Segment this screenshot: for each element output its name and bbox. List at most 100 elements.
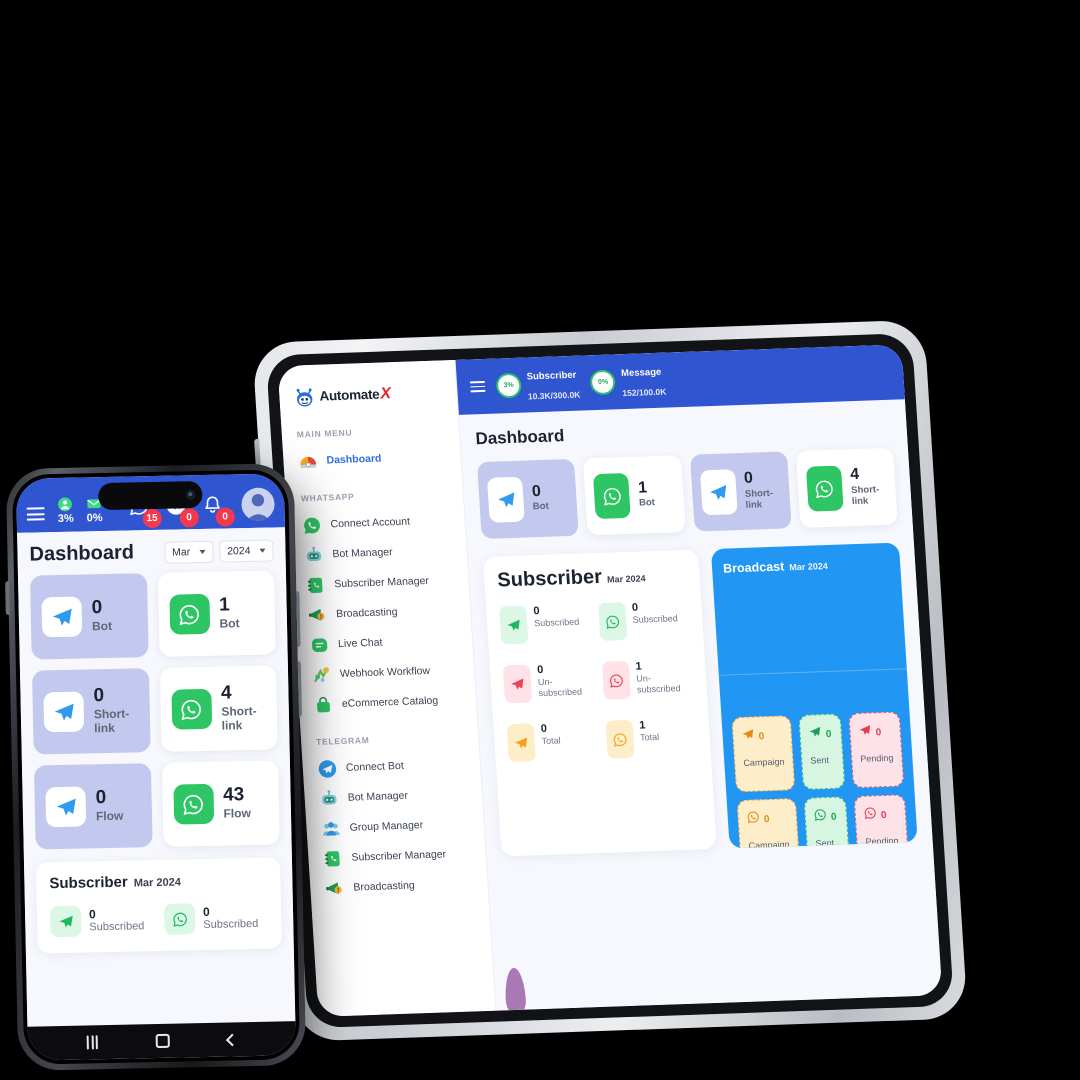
- subscriber-item-value: 0: [202, 904, 210, 919]
- broadcast-tile-grid: 0 Campaign 0 Sent 0 Pending 0 Campaign 0 Sent 0 Pen…: [731, 711, 910, 849]
- broadcast-tile[interactable]: 0 Pending: [853, 794, 910, 849]
- megaphone-icon: [325, 878, 345, 898]
- quota-ring: 3%: [495, 372, 522, 399]
- telegram-icon: [808, 725, 822, 743]
- subscriber-item: 0 Un-subscribed: [502, 662, 596, 704]
- subscriber-item-text: 0 Un-subscribed: [537, 662, 596, 699]
- stat-card[interactable]: 0 Flow: [33, 763, 153, 850]
- subscriber-item-value: 0: [536, 663, 544, 677]
- broadcast-tile[interactable]: 0 Sent: [798, 713, 846, 790]
- broadcast-tile-value: 0: [875, 726, 882, 738]
- stat-card-label: Bot: [638, 497, 656, 509]
- quota-title: Subscriber: [526, 369, 577, 383]
- quota-item[interactable]: 3% Subscriber 10.3K/300.0K: [495, 364, 581, 406]
- phone-page-header: Dashboard Mar 2024: [17, 527, 286, 576]
- contact-book-icon: [306, 575, 326, 595]
- telegram-icon: [486, 476, 525, 523]
- phone-stat-card-grid: 0 Bot 1 Bot 0 Short-link 4 Short-link 0 Flow 43 Flo…: [18, 570, 292, 850]
- stat-card[interactable]: 0 Bot: [476, 458, 580, 540]
- broadcast-tile-value: 0: [830, 811, 837, 823]
- hamburger-icon[interactable]: [469, 381, 486, 393]
- sidebar-item-label: Broadcasting: [353, 879, 416, 894]
- whatsapp-icon: [163, 903, 196, 935]
- avatar[interactable]: [241, 487, 275, 522]
- subscriber-panel-header: Subscriber Mar 2024: [497, 563, 687, 593]
- subscriber-item-label: Subscribed: [89, 920, 145, 934]
- subscriber-item-label: Subscribed: [632, 613, 679, 625]
- phone-quota-value: 3%: [57, 512, 74, 526]
- broadcast-tile[interactable]: 0 Sent: [803, 796, 851, 849]
- broadcast-tile[interactable]: 0 Campaign: [736, 798, 801, 849]
- phone-subscriber-panel-title: Subscriber: [49, 873, 128, 893]
- stat-card-text: 0 Bot: [531, 483, 549, 513]
- subscriber-item-label: Un-subscribed: [636, 673, 681, 696]
- home-icon[interactable]: [155, 1033, 170, 1049]
- subscriber-item: 1 Total: [604, 718, 698, 759]
- recents-icon[interactable]: [86, 1035, 98, 1050]
- broadcast-tile-top: 0: [741, 727, 783, 746]
- stat-card-row: 0 Bot 1 Bot 0 Short-link 4 Short-link: [476, 447, 898, 540]
- stat-card[interactable]: 4 Short-link: [795, 447, 898, 528]
- phone-subscriber-panel: Subscriber Mar 2024 0 Subscribed 0 Subscrib…: [35, 857, 282, 954]
- tablet-main: 3% Subscriber 10.3K/300.0K 0% Message 152/100…: [455, 344, 943, 1015]
- phone-quota-item[interactable]: 3%: [57, 497, 74, 526]
- phone-badge-item[interactable]: 0: [202, 495, 235, 527]
- broadcast-tile[interactable]: 0 Pending: [848, 711, 905, 789]
- broadcast-tile-label: Sent: [810, 754, 830, 766]
- person-icon: [58, 497, 73, 512]
- sidebar-item-dashboard[interactable]: Dashboard: [283, 441, 462, 477]
- subscriber-item-label: Total: [639, 732, 660, 743]
- broadcast-tile-value: 0: [880, 809, 887, 821]
- stat-card[interactable]: 43 Flow: [161, 760, 280, 847]
- whatsapp-icon: [597, 602, 627, 641]
- subscriber-item-text: 0 Total: [540, 722, 561, 747]
- sidebar-item-label: Bot Manager: [332, 546, 393, 561]
- stat-card[interactable]: 1 Bot: [157, 570, 276, 657]
- broadcast-panel-header: Broadcast Mar 2024: [723, 556, 890, 576]
- stat-card[interactable]: 0 Bot: [29, 573, 149, 660]
- phone-subscriber-panel-date: Mar 2024: [133, 876, 182, 890]
- sidebar-item-ecommerce-catalog[interactable]: eCommerce Catalog: [298, 684, 477, 720]
- stat-card-value: 1: [218, 594, 230, 616]
- telegram-icon: [43, 691, 85, 733]
- subscriber-grid: 0 Subscribed 0 Subscribed 0 Un-subscribed 1 Un-…: [499, 600, 698, 763]
- subscriber-item-text: 0 Subscribed: [89, 907, 145, 934]
- stat-card-label: Short-link: [850, 484, 880, 508]
- quota-value: 152/100.0K: [622, 386, 667, 398]
- whatsapp-icon: [604, 719, 635, 759]
- phone-silent-switch[interactable]: [5, 581, 10, 616]
- quota-title: Message: [620, 366, 662, 380]
- stat-card-text: 0 Bot: [91, 597, 112, 634]
- subscriber-panel-title: Subscriber: [496, 565, 603, 592]
- quota-text: Subscriber 10.3K/300.0K: [526, 364, 581, 405]
- notification-badge: 0: [215, 507, 235, 527]
- stat-card-value: 0: [93, 685, 105, 707]
- telegram-icon: [45, 786, 87, 828]
- broadcast-tile-value: 0: [758, 730, 765, 742]
- stat-card[interactable]: 0 Short-link: [689, 451, 792, 532]
- notification-badge: 15: [142, 508, 162, 529]
- stat-card-value: 43: [222, 784, 245, 806]
- stat-card[interactable]: 4 Short-link: [159, 665, 278, 752]
- hamburger-icon[interactable]: [26, 507, 45, 521]
- sidebar-item-label: eCommerce Catalog: [341, 694, 439, 710]
- subscriber-item-label: Subscribed: [533, 616, 580, 629]
- subscriber-panel: Subscriber Mar 2024 0 Subscribed 0 Subscrib…: [482, 549, 717, 857]
- back-icon[interactable]: [225, 1033, 239, 1046]
- month-select[interactable]: Mar: [163, 540, 214, 564]
- stat-card-label: Short-link: [221, 703, 257, 733]
- phone-bezel: 3% 0% 15 0 0 Dashboard Mar 2024 0 Bot 1 …: [11, 469, 301, 1065]
- stat-card[interactable]: 0 Short-link: [31, 668, 151, 755]
- tablet-screen: Automate X MAIN MENU Dashboard WHATSAPP Conn…: [277, 344, 943, 1017]
- year-select[interactable]: 2024: [218, 538, 274, 563]
- subscriber-item: 0 Subscribed: [163, 902, 269, 935]
- whatsapp-icon: [593, 472, 632, 520]
- broadcast-tile-label: Pending: [865, 835, 899, 847]
- broadcast-tile[interactable]: 0 Campaign: [731, 715, 796, 793]
- year-select-value: 2024: [227, 544, 251, 557]
- sidebar-item-broadcasting[interactable]: Broadcasting: [310, 868, 489, 904]
- quota-item[interactable]: 0% Message 152/100.0K: [589, 361, 667, 403]
- sidebar-item-label: Connect Bot: [345, 759, 405, 774]
- phone-quota-list: 3% 0%: [44, 496, 103, 526]
- stat-card[interactable]: 1 Bot: [583, 455, 686, 536]
